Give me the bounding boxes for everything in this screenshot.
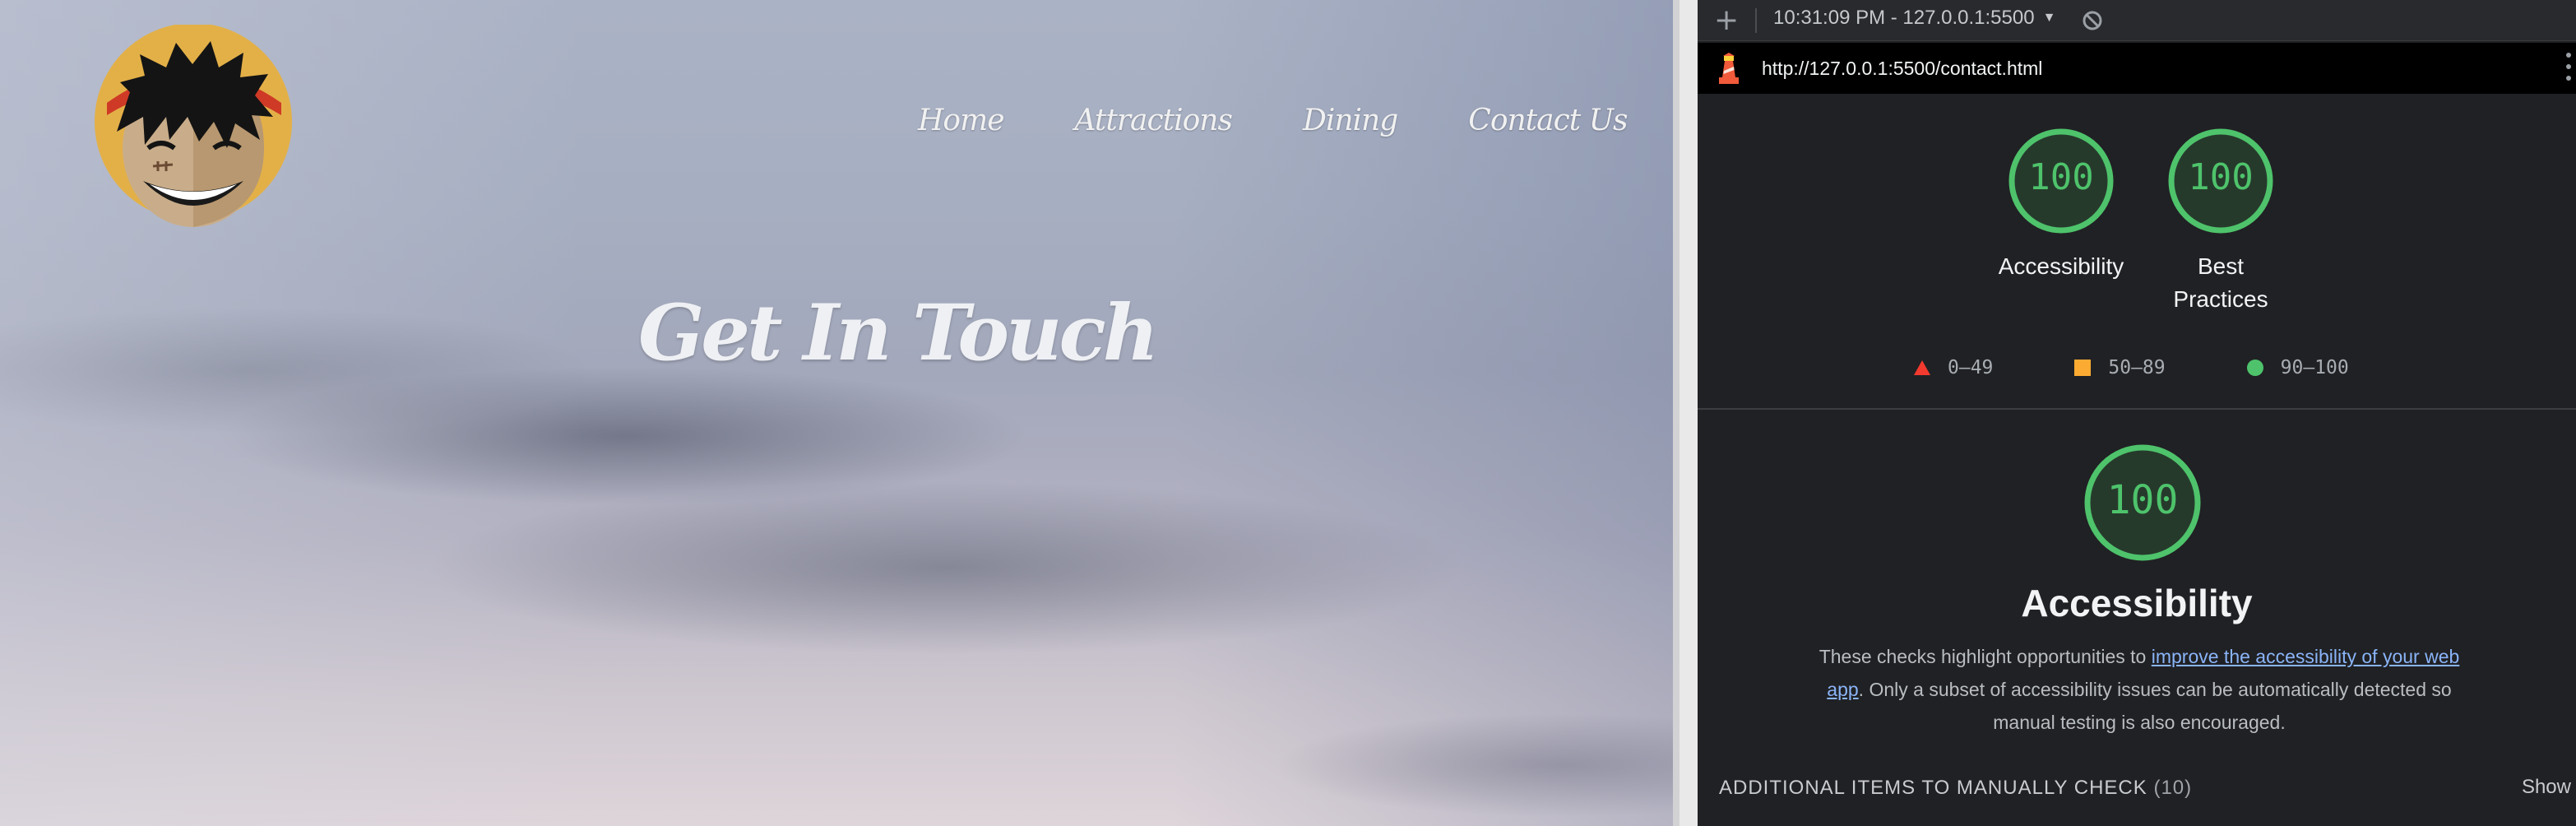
- lighthouse-toolbar: + 10:31:09 PM - 127.0.0.1:5500 ▼: [1698, 0, 2576, 41]
- score-legend: 0–49 50–89 90–100: [1913, 357, 2349, 378]
- legend-pass: 90–100: [2246, 357, 2349, 378]
- best-practices-score: 100: [2188, 156, 2254, 198]
- legend-fail-range: 0–49: [1948, 357, 1994, 378]
- legend-pass-range: 90–100: [2280, 357, 2349, 378]
- toolbar-separator: [1755, 8, 1757, 33]
- description-text-before: These checks highlight opportunities to: [1818, 646, 2152, 667]
- nav-link-dining[interactable]: Dining: [1303, 104, 1398, 137]
- show-button[interactable]: Show: [2522, 776, 2571, 799]
- legend-average: 50–89: [2073, 357, 2166, 378]
- accessibility-score: 100: [2028, 156, 2094, 198]
- report-url: http://127.0.0.1:5500/contact.html: [1762, 58, 2043, 79]
- nav-link-contact-us[interactable]: Contact Us: [1468, 104, 1628, 137]
- report-url-bar: http://127.0.0.1:5500/contact.html: [1698, 43, 2576, 94]
- triangle-icon: [1914, 360, 1930, 375]
- lighthouse-panel: + 10:31:09 PM - 127.0.0.1:5500 ▼ http://1…: [1698, 0, 2576, 826]
- section-description: These checks highlight opportunities to …: [1813, 640, 2466, 739]
- manual-checks-label: ADDITIONAL ITEMS TO MANUALLY CHECK: [1719, 777, 2147, 799]
- pane-divider[interactable]: [1673, 0, 1698, 826]
- description-text-after: . Only a subset of accessibility issues …: [1858, 679, 2452, 733]
- caret-down-icon: ▼: [2042, 11, 2056, 25]
- legend-fail: 0–49: [1913, 357, 1993, 378]
- manual-checks-count: (10): [2153, 777, 2193, 799]
- site-logo[interactable]: [90, 25, 296, 230]
- website-preview: Home Attractions Dining Contact Us Get I…: [0, 0, 1673, 826]
- plus-icon[interactable]: +: [1714, 4, 1739, 37]
- more-vertical-icon[interactable]: [2564, 53, 2573, 86]
- hero-title: Get In Touch: [638, 288, 1159, 378]
- nav-link-attractions[interactable]: Attractions: [1075, 104, 1233, 137]
- nav-link-home[interactable]: Home: [918, 104, 1005, 137]
- accessibility-label: Accessibility: [1998, 253, 2124, 279]
- legend-average-range: 50–89: [2108, 357, 2166, 378]
- report-selector[interactable]: 10:31:09 PM - 127.0.0.1:5500 ▼: [1773, 7, 2055, 30]
- section-title: Accessibility: [2021, 582, 2253, 624]
- report-selector-label: 10:31:09 PM - 127.0.0.1:5500: [1773, 7, 2035, 29]
- block-icon[interactable]: [2081, 9, 2104, 32]
- section-divider: [1698, 408, 2576, 410]
- square-icon: [2074, 360, 2092, 376]
- manual-checks-header[interactable]: ADDITIONAL ITEMS TO MANUALLY CHECK (10): [1719, 777, 2192, 800]
- lighthouse-icon: [1719, 53, 1739, 84]
- best-practices-label: Best Practices: [2173, 253, 2268, 312]
- section-accessibility-score: 100: [2106, 477, 2179, 523]
- site-nav: Home Attractions Dining Contact Us: [918, 104, 1629, 137]
- circle-icon: [2246, 360, 2263, 376]
